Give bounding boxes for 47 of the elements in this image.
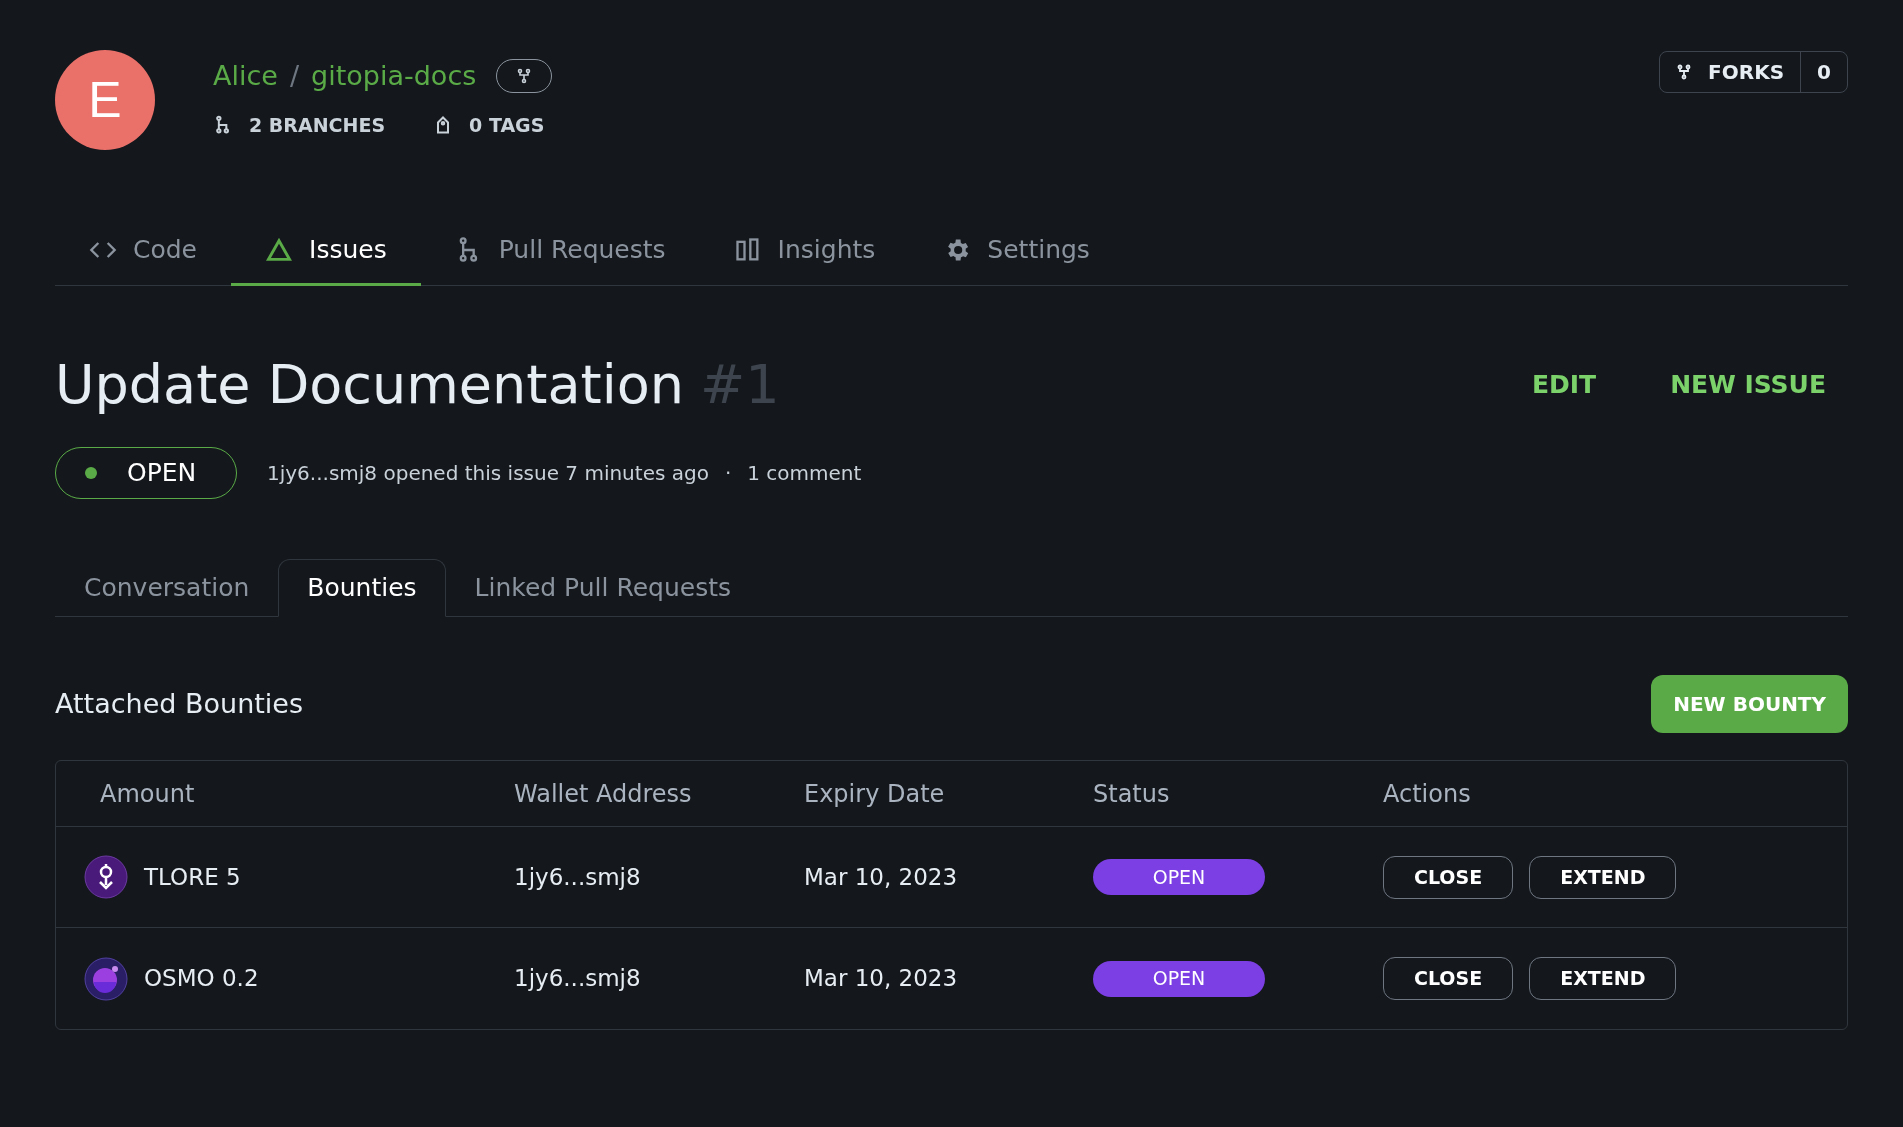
path-separator: /: [289, 59, 300, 93]
column-header: Status: [1093, 779, 1170, 808]
nav-tab[interactable]: Settings: [909, 217, 1124, 286]
status-badge: OPEN: [1093, 859, 1265, 896]
fork-icon: [1676, 64, 1693, 80]
row-action-button[interactable]: EXTEND: [1529, 855, 1677, 899]
owner-link[interactable]: Alice: [213, 56, 278, 97]
wallet-cell: 1jy6...smj8: [514, 965, 641, 992]
nav-tab[interactable]: Insights: [699, 217, 910, 286]
branches-link[interactable]: 2 BRANCHES: [249, 110, 386, 139]
amount-cell-text: TLORE 5: [144, 862, 241, 892]
forks-button[interactable]: FORKS 0: [1659, 51, 1848, 93]
column-header: Actions: [1383, 779, 1471, 808]
amount-cell-text: OSMO 0.2: [144, 964, 259, 994]
issue-tab[interactable]: Bounties: [278, 559, 446, 617]
status-badge: OPEN: [1093, 960, 1265, 997]
section-heading: Attached Bounties: [55, 686, 304, 721]
fork-icon: [516, 68, 533, 85]
token-icon: [84, 855, 128, 899]
issue-tab[interactable]: Linked Pull Requests: [445, 559, 760, 617]
meta-separator: ·: [724, 460, 732, 487]
row-action-button[interactable]: EXTEND: [1529, 957, 1677, 1000]
nav-tab[interactable]: Code: [55, 217, 231, 286]
tags-link[interactable]: 0 TAGS: [469, 110, 545, 139]
expiry-cell: Mar 10, 2023: [804, 965, 958, 992]
status-label: OPEN: [127, 457, 197, 490]
column-header: Expiry Date: [804, 779, 945, 808]
column-header: Amount: [100, 779, 195, 808]
nav-tab[interactable]: Issues: [231, 217, 421, 286]
forks-label: FORKS: [1708, 59, 1785, 86]
issue-tab[interactable]: Conversation: [55, 559, 279, 617]
token-icon: [84, 956, 128, 1001]
issue-title: Update Documentation: [55, 352, 684, 418]
nav-tab[interactable]: Pull Requests: [420, 217, 700, 286]
column-header: Wallet Address: [514, 779, 692, 808]
triangle-icon: [265, 236, 293, 264]
issue-action-link[interactable]: EDIT: [1531, 365, 1597, 404]
row-action-button[interactable]: CLOSE: [1383, 957, 1514, 1000]
comments-link[interactable]: 1 comment: [747, 458, 862, 488]
row-action-button[interactable]: CLOSE: [1383, 855, 1514, 899]
repo-link[interactable]: gitopia-docs: [311, 56, 477, 97]
issue-meta: 1jy6...smj8 opened this issue 7 minutes ago: [267, 460, 709, 487]
expiry-cell: Mar 10, 2023: [804, 863, 958, 890]
issue-action-link[interactable]: NEW ISSUE: [1670, 365, 1826, 404]
avatar: E: [55, 50, 155, 150]
forks-count: 0: [1800, 52, 1847, 92]
wallet-cell: 1jy6...smj8: [514, 863, 641, 890]
